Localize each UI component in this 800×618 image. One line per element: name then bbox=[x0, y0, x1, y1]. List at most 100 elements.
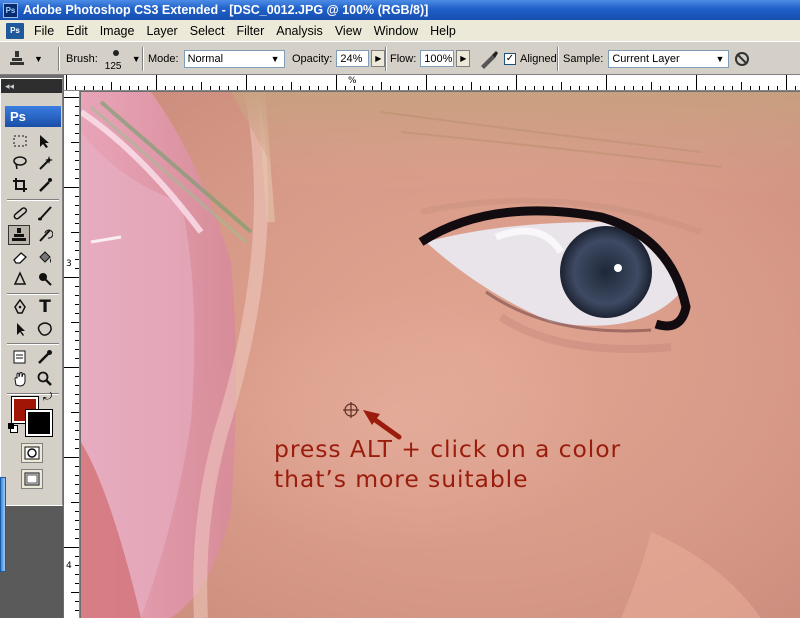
ruler-tick bbox=[75, 259, 79, 260]
triangle-right-icon: ▶ bbox=[375, 54, 382, 63]
photoshop-logo[interactable]: Ps bbox=[5, 106, 61, 127]
menu-file[interactable]: File bbox=[28, 24, 60, 38]
crop-tool-icon[interactable] bbox=[9, 175, 31, 195]
ruler-tick bbox=[426, 75, 427, 90]
ruler-tick bbox=[64, 97, 79, 98]
brush-tool-icon[interactable] bbox=[34, 203, 56, 223]
background-color-swatch[interactable] bbox=[25, 409, 53, 437]
healing-brush-tool-icon[interactable] bbox=[9, 203, 31, 223]
menu-edit[interactable]: Edit bbox=[60, 24, 94, 38]
menu-view[interactable]: View bbox=[329, 24, 368, 38]
tutorial-annotation: press ALT + click on a color that’s more… bbox=[274, 434, 674, 494]
custom-shape-tool-icon[interactable] bbox=[34, 319, 56, 339]
ruler-tick bbox=[786, 75, 787, 90]
ruler-tick bbox=[255, 86, 256, 90]
flow-slider-button[interactable]: ▶ bbox=[456, 50, 471, 67]
notes-tool-icon[interactable] bbox=[9, 347, 31, 367]
window-title: Adobe Photoshop CS3 Extended - [DSC_0012… bbox=[23, 3, 429, 17]
menu-window[interactable]: Window bbox=[368, 24, 424, 38]
chevron-down-icon: ▼ bbox=[131, 53, 141, 64]
workspace-background bbox=[0, 506, 63, 618]
airbrush-button[interactable] bbox=[478, 42, 500, 75]
menu-analysis[interactable]: Analysis bbox=[270, 24, 329, 38]
ruler-tick bbox=[138, 86, 139, 90]
mode-select[interactable]: Normal ▼ bbox=[183, 49, 285, 68]
swap-colors-icon[interactable]: ⤾ bbox=[43, 391, 52, 404]
menu-layer[interactable]: Layer bbox=[140, 24, 183, 38]
dodge-tool-icon[interactable] bbox=[34, 269, 56, 289]
ruler-tick bbox=[552, 86, 553, 90]
menu-filter[interactable]: Filter bbox=[230, 24, 270, 38]
brush-picker[interactable]: Brush: 125 ▼ bbox=[66, 42, 141, 75]
sample-label: Sample: bbox=[563, 52, 604, 65]
opacity-input[interactable]: 24% bbox=[336, 50, 370, 67]
pen-tool-icon[interactable] bbox=[9, 297, 31, 317]
ruler-tick bbox=[75, 385, 79, 386]
chevron-down-icon: ▼ bbox=[715, 53, 725, 64]
document-canvas[interactable] bbox=[81, 92, 800, 618]
eyedropper-tool-icon[interactable] bbox=[34, 347, 56, 367]
ruler-tick bbox=[219, 86, 220, 90]
ruler-tick bbox=[75, 475, 79, 476]
aligned-checkbox-group[interactable]: ✓ Aligned bbox=[504, 42, 557, 75]
history-brush-tool-icon[interactable] bbox=[34, 225, 56, 245]
ruler-tick bbox=[75, 106, 79, 107]
ruler-tick bbox=[669, 86, 670, 90]
default-colors-icon[interactable] bbox=[8, 423, 18, 433]
ruler-tick bbox=[768, 86, 769, 90]
paint-bucket-tool-icon[interactable] bbox=[34, 247, 56, 267]
eyedropper-slice-tool-icon[interactable] bbox=[34, 175, 56, 195]
ruler-tick bbox=[165, 86, 166, 90]
move-tool-icon[interactable] bbox=[34, 131, 56, 151]
collapse-icon[interactable]: ◂◂ bbox=[5, 81, 14, 91]
ruler-tick bbox=[174, 86, 175, 90]
zoom-tool-icon[interactable] bbox=[34, 369, 56, 389]
ruler-tick bbox=[71, 232, 79, 233]
menu-select[interactable]: Select bbox=[184, 24, 231, 38]
ruler-tick bbox=[588, 86, 589, 90]
ruler-tick bbox=[75, 466, 79, 467]
ruler-tick bbox=[435, 86, 436, 90]
menu-image[interactable]: Image bbox=[94, 24, 141, 38]
flow-input[interactable]: 100% bbox=[420, 50, 455, 67]
marquee-tool-icon[interactable] bbox=[9, 131, 31, 151]
ruler-tick bbox=[75, 331, 79, 332]
ruler-tick bbox=[75, 538, 79, 539]
opacity-slider-button[interactable]: ▶ bbox=[371, 50, 386, 67]
quick-mask-icon[interactable] bbox=[21, 443, 43, 463]
ruler-tick bbox=[327, 86, 328, 90]
aligned-checkbox[interactable]: ✓ bbox=[504, 52, 516, 65]
blur-tool-icon[interactable] bbox=[9, 269, 31, 289]
docked-panel-edge[interactable] bbox=[0, 477, 6, 572]
sample-select[interactable]: Current Layer ▼ bbox=[608, 49, 730, 68]
ignore-adjustment-layers-button[interactable] bbox=[733, 42, 751, 75]
ruler-tick bbox=[84, 86, 85, 90]
ruler-tick bbox=[75, 205, 79, 206]
ruler-tick bbox=[525, 86, 526, 90]
photoshop-menu-icon[interactable]: Ps bbox=[6, 22, 24, 39]
tool-preset-picker[interactable]: ▼ bbox=[6, 42, 54, 75]
menu-help[interactable]: Help bbox=[424, 24, 462, 38]
ruler-tick bbox=[417, 86, 418, 90]
ruler-label: 3 bbox=[66, 259, 72, 269]
ruler-tick bbox=[579, 86, 580, 90]
eraser-tool-icon[interactable] bbox=[9, 247, 31, 267]
ruler-tick bbox=[75, 583, 79, 584]
ruler-tick bbox=[75, 151, 79, 152]
divider bbox=[385, 47, 387, 71]
type-tool-icon[interactable]: T bbox=[34, 297, 56, 317]
clone-stamp-tool-icon[interactable] bbox=[8, 225, 30, 245]
ruler-tick bbox=[71, 412, 79, 413]
divider bbox=[142, 47, 144, 71]
ruler-tick bbox=[309, 86, 310, 90]
annotation-line-1: press ALT + click on a color bbox=[274, 435, 622, 463]
ruler-tick bbox=[354, 86, 355, 90]
toolbox-grip[interactable]: ◂◂ bbox=[1, 79, 62, 93]
hand-tool-icon[interactable] bbox=[9, 369, 31, 389]
lasso-tool-icon[interactable] bbox=[9, 153, 31, 173]
ruler-tick bbox=[372, 86, 373, 90]
ruler-tick bbox=[75, 376, 79, 377]
screen-mode-icon[interactable] bbox=[21, 469, 43, 489]
path-selection-tool-icon[interactable] bbox=[9, 319, 31, 339]
magic-wand-tool-icon[interactable] bbox=[34, 153, 56, 173]
